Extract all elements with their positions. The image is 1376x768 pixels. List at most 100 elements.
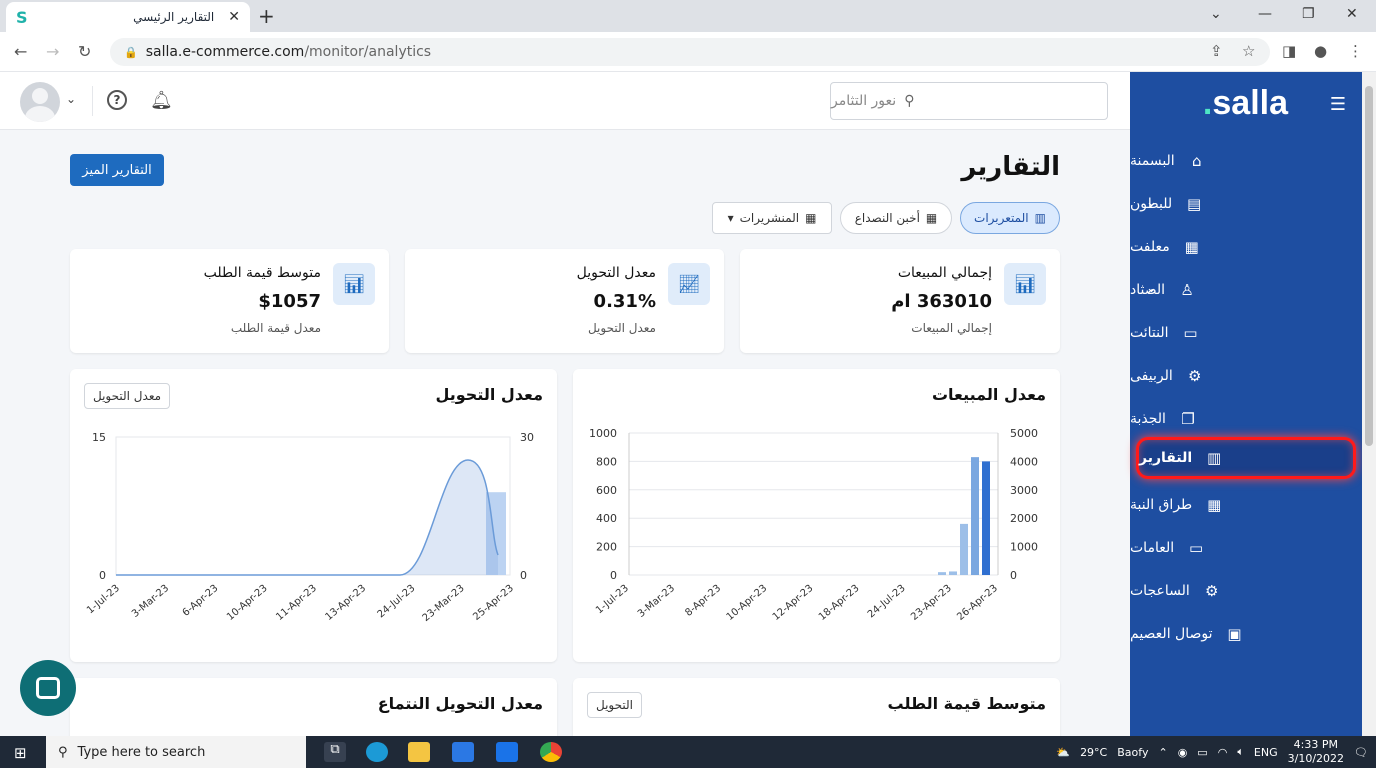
sidebar-item-10[interactable]: ⚙الساعجات [1130,570,1362,612]
bookmark-star-icon[interactable]: ☆ [1242,42,1255,60]
x-tick-label: 24-Jul-23 [866,583,908,621]
kpi-title: متوسط قيمة الطلب [204,265,321,281]
export-reports-button[interactable]: التقارير الميز [70,154,164,186]
back-icon[interactable]: ← [14,42,27,61]
gear-icon: ⚙ [1185,366,1205,386]
clock[interactable]: 4:33 PM 3/10/2022 [1288,738,1344,766]
y-tick-label: 200 [596,541,617,554]
y-tick-label: 600 [596,484,617,497]
volume-icon[interactable]: 🔈︎ [1237,745,1244,759]
filter-metrics-button[interactable]: ▥ المتعربرات [960,202,1060,234]
calendar-icon: ▦ [926,211,937,225]
chat-launcher-button[interactable] [20,660,76,716]
minimize-icon[interactable]: — [1258,6,1272,22]
forward-icon[interactable]: → [46,42,59,61]
folder-icon: ▭ [1181,323,1201,343]
reports-icon: ▥ [1204,448,1224,468]
x-tick-label: 25-Apr-23 [471,583,516,623]
taskbar-search[interactable]: ⚲ Type here to search [46,736,306,768]
sidebar-item-0[interactable]: ⌂البسمنة [1130,140,1362,182]
scrollbar-thumb[interactable] [1365,86,1373,446]
windows-taskbar: ⊞ ⚲ Type here to search ⧉ ⛅ 29°C Baofy ⌃… [0,736,1376,768]
close-tab-icon[interactable]: ✕ [228,9,240,25]
new-tab-icon[interactable]: + [258,4,275,28]
card-icon: ▭ [1186,538,1206,558]
profile-icon[interactable]: ● [1314,42,1327,60]
file-explorer-icon[interactable] [408,742,430,762]
sidebar-item-6[interactable]: ❐الجذبة [1130,398,1362,440]
kpi-subtitle: معدل التحويل [588,321,656,335]
battery-icon[interactable]: ▭ [1197,746,1207,759]
y-tick-label: 0 [99,569,106,582]
sidebar-item-4[interactable]: ▭النتائت [1130,312,1362,354]
kpi-title: إجمالي المبيعات [898,265,992,281]
sidebar-item-8[interactable]: ▦طراق النبة [1130,484,1362,526]
mail-icon[interactable] [496,742,518,762]
settings-icon: ⚙ [1202,581,1222,601]
chevron-down-icon[interactable]: ⌄ [1146,195,1157,210]
bell-icon[interactable]: 🔔︎ [150,90,173,111]
sidebar-item-5[interactable]: ⚙الربيفى [1130,355,1362,397]
sidebar-item-9[interactable]: ▭العامات [1130,527,1362,569]
sidebar-item-label: معلفت [1130,239,1170,255]
user-icon: ♙ [1177,280,1197,300]
help-icon[interactable]: ? [107,90,127,110]
x-tick-label: 3-Mar-23 [130,583,171,620]
chat-icon [36,677,60,699]
aov-metric-button[interactable]: التحويل [587,692,642,718]
kpi-title: معدل التحويل [577,265,656,281]
x-tick-label: 10-Apr-23 [725,583,770,623]
sidebar-item-11[interactable]: ▣توصال العصيم [1130,613,1362,655]
search-icon: ⚲ [58,745,68,760]
sidebar-item-3[interactable]: ♙الصثاد⌄ [1130,269,1362,311]
side-panel-icon[interactable]: ◨ [1282,42,1296,60]
language-indicator[interactable]: ENG [1254,746,1278,759]
reload-icon[interactable]: ↻ [78,42,91,61]
sidebar-item-1[interactable]: ▤للبطون⌄ [1130,183,1362,225]
sales-chart-card: معدل المبيعات 02004006008001000010002000… [573,369,1060,662]
sidebar: .salla ☰ ⌂البسمنة▤للبطون⌄▦معلفت♙الصثاد⌄▭… [1130,72,1362,736]
tab-search-chevron-icon[interactable]: ⌄ [1210,6,1222,22]
browser-tab[interactable]: S التقارير الرئيسي ✕ [6,2,250,32]
x-tick-label: 12-Apr-23 [771,583,816,623]
store-icon[interactable] [452,742,474,762]
sidebar-item-2[interactable]: ▦معلفت [1130,226,1362,268]
salla-logo[interactable]: .salla [1203,84,1288,123]
windows-start-icon[interactable]: ⊞ [14,744,27,762]
restore-icon[interactable]: ❐ [1302,6,1315,22]
close-window-icon[interactable]: ✕ [1346,6,1358,22]
address-bar-row: ← → ↻ 🔒 salla.e-commerce.com /monitor/an… [0,32,1376,72]
y2-tick-label: 3000 [1010,484,1038,497]
avatar[interactable] [20,82,60,122]
chevron-down-icon[interactable]: ⌄ [1146,281,1157,296]
y2-tick-label: 2000 [1010,512,1038,525]
chevron-down-icon[interactable]: ⌄ [66,92,76,106]
kpi-card-total-sales: 📊︎ إجمالي المبيعات 363010 ام إجمالي المب… [740,249,1060,353]
network-icon[interactable]: ◉ [1178,746,1188,759]
share-icon[interactable]: ⇪ [1210,42,1223,60]
taskbar-search-text: Type here to search [78,745,206,760]
system-tray: ⛅ 29°C Baofy ⌃ ◉ ▭ ◠ 🔈︎ ENG 4:33 PM 3/10… [1056,736,1368,768]
sidebar-item-label: البسمنة [1130,153,1175,169]
x-tick-label: 23-Mar-23 [421,583,467,624]
sales-chart: 020040060080010000100020003000400050001-… [573,369,1060,662]
filter-dropdown[interactable]: ▦ المنشريرات ▾ [712,202,832,234]
x-tick-label: 6-Apr-23 [181,583,221,619]
sales-bar [938,572,946,575]
conversion-area [116,460,498,575]
notifications-icon[interactable]: 🗨︎ [1354,746,1368,759]
browser-menu-icon[interactable]: ⋮ [1348,42,1363,60]
url-host: salla.e-commerce.com [146,44,305,60]
sidebar-item-7[interactable]: ▥التقارير [1136,437,1356,479]
task-view-icon[interactable]: ⧉ [324,742,346,762]
edge-icon[interactable] [366,742,388,762]
scrollbar[interactable] [1362,72,1376,736]
url-field[interactable]: 🔒 salla.e-commerce.com /monitor/analytic… [110,38,1270,66]
search-input[interactable]: ⚲ نعور التثامر [830,82,1108,120]
chevron-up-icon[interactable]: ⌃ [1158,746,1167,759]
clock-date: 3/10/2022 [1288,752,1344,766]
wifi-icon[interactable]: ◠ [1218,746,1228,759]
chrome-icon[interactable] [540,742,562,762]
hamburger-menu-icon[interactable]: ☰ [1330,94,1346,115]
filter-date-button[interactable]: ▦ أخبن النصداع [840,202,952,234]
